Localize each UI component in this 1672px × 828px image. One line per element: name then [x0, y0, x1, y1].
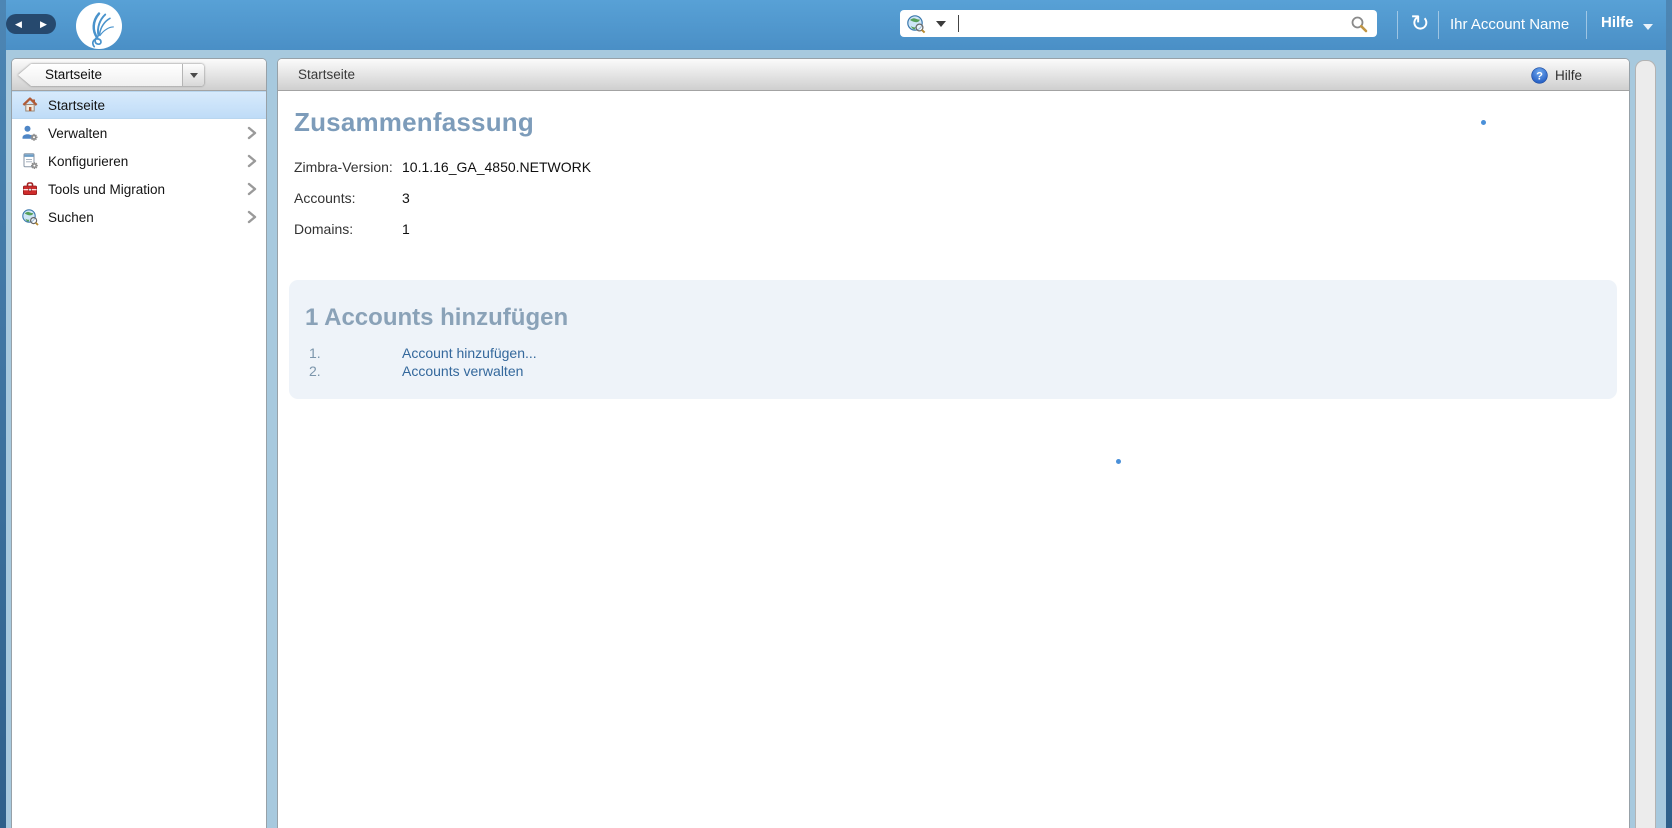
- sidebar-item-startseite[interactable]: Startseite: [12, 91, 266, 119]
- summary-value: 1: [402, 221, 410, 237]
- nav-selector-dropdown-button[interactable]: [182, 64, 204, 86]
- summary-row: Zimbra-Version: 10.1.16_GA_4850.NETWORK: [294, 158, 1629, 176]
- list-item-number: 2.: [309, 363, 321, 379]
- sidebar-tree: Startseite Verwalten Konfigurieren Tools…: [12, 91, 266, 231]
- document-gear-icon: [20, 152, 39, 171]
- search-scope-caret-down-icon[interactable]: [936, 20, 946, 27]
- forward-icon[interactable]: ▶: [31, 14, 56, 34]
- sidebar-item-verwalten[interactable]: Verwalten: [12, 119, 266, 147]
- summary-row: Domains: 1: [294, 220, 1629, 238]
- summary-row: Accounts: 3: [294, 189, 1629, 207]
- summary-value: 10.1.16_GA_4850.NETWORK: [402, 159, 592, 175]
- topbar-divider: [1397, 11, 1398, 39]
- chevron-right-icon: [247, 182, 257, 199]
- add-account-link[interactable]: Account hinzufügen...: [402, 344, 537, 362]
- zimbra-logo: [76, 3, 122, 49]
- history-nav-pill: ◀ ▶: [6, 14, 56, 34]
- nav-selector-value: Startseite: [45, 67, 103, 82]
- home-icon: [20, 96, 39, 115]
- topbar: ◀ ▶ ↻ Ihr Account Name Hilfe: [0, 0, 1672, 50]
- user-gear-icon: [20, 124, 39, 143]
- content-help-label: Hilfe: [1554, 67, 1582, 83]
- svg-text:?: ?: [1536, 70, 1543, 82]
- search-input[interactable]: [959, 12, 1349, 35]
- sidebar-item-label: Startseite: [48, 97, 106, 113]
- sidebar-item-tools-und-migration[interactable]: Tools und Migration: [12, 175, 266, 203]
- search-bar: [900, 10, 1377, 37]
- summary-value: 3: [402, 190, 410, 206]
- loading-dot: [1481, 120, 1486, 125]
- summary-label: Domains:: [294, 221, 354, 237]
- list-item: 1. Account hinzufügen...: [305, 344, 1601, 362]
- tasks-panel: 1 Accounts hinzufügen 1. Account hinzufü…: [289, 280, 1617, 399]
- chevron-right-icon: [247, 126, 257, 143]
- tasks-list: 1. Account hinzufügen... 2. Accounts ver…: [305, 344, 1601, 380]
- account-name[interactable]: Ihr Account Name: [1450, 0, 1569, 50]
- globe-search-icon[interactable]: [906, 14, 926, 34]
- summary-label: Accounts:: [294, 190, 356, 206]
- summary-rows: Zimbra-Version: 10.1.16_GA_4850.NETWORK …: [278, 158, 1629, 238]
- list-item-number: 1.: [309, 345, 321, 361]
- main-header: Startseite ? Hilfe: [278, 59, 1629, 91]
- nav-selector[interactable]: Startseite: [18, 64, 204, 86]
- sidebar-item-label: Tools und Migration: [48, 181, 166, 197]
- sidebar-item-label: Konfigurieren: [48, 153, 129, 169]
- topbar-divider: [1586, 11, 1587, 39]
- toolbox-icon: [20, 180, 39, 199]
- help-menu[interactable]: Hilfe: [1601, 0, 1634, 50]
- sidebar-item-label: Suchen: [48, 209, 94, 225]
- globe-search-icon: [20, 208, 39, 227]
- sidebar: Startseite Startseite Verwalten Konfigur…: [11, 58, 267, 828]
- vertical-scrollbar[interactable]: [1635, 60, 1656, 828]
- window-frame-left: [0, 0, 6, 828]
- loading-dot: [1116, 459, 1121, 464]
- sidebar-item-konfigurieren[interactable]: Konfigurieren: [12, 147, 266, 175]
- sidebar-header: Startseite: [12, 59, 266, 91]
- summary-title: Zusammenfassung: [294, 107, 534, 137]
- sidebar-item-suchen[interactable]: Suchen: [12, 203, 266, 231]
- content-help-button[interactable]: ? Hilfe: [1531, 59, 1582, 91]
- tasks-panel-title: 1 Accounts hinzufügen: [305, 304, 569, 331]
- help-caret-down-icon[interactable]: [1643, 24, 1653, 30]
- list-item: 2. Accounts verwalten: [305, 362, 1601, 380]
- help-icon: ?: [1531, 66, 1548, 84]
- caret-down-icon: [189, 72, 198, 78]
- manage-accounts-link[interactable]: Accounts verwalten: [402, 362, 523, 380]
- summary-label: Zimbra-Version:: [294, 159, 393, 175]
- main-content: Zusammenfassung Zimbra-Version: 10.1.16_…: [278, 91, 1629, 828]
- main-panel: Startseite ? Hilfe Zusammenfassung Zimbr…: [277, 58, 1630, 828]
- topbar-divider: [1438, 11, 1439, 39]
- zimbra-logo-swoosh: [92, 12, 114, 48]
- refresh-icon[interactable]: ↻: [1405, 6, 1435, 40]
- chevron-right-icon: [247, 210, 257, 227]
- back-icon[interactable]: ◀: [6, 14, 31, 34]
- window-frame-right: [1666, 0, 1672, 828]
- search-icon[interactable]: [1349, 14, 1369, 34]
- sidebar-item-label: Verwalten: [48, 125, 108, 141]
- page-title: Startseite: [298, 67, 356, 82]
- chevron-right-icon: [247, 154, 257, 171]
